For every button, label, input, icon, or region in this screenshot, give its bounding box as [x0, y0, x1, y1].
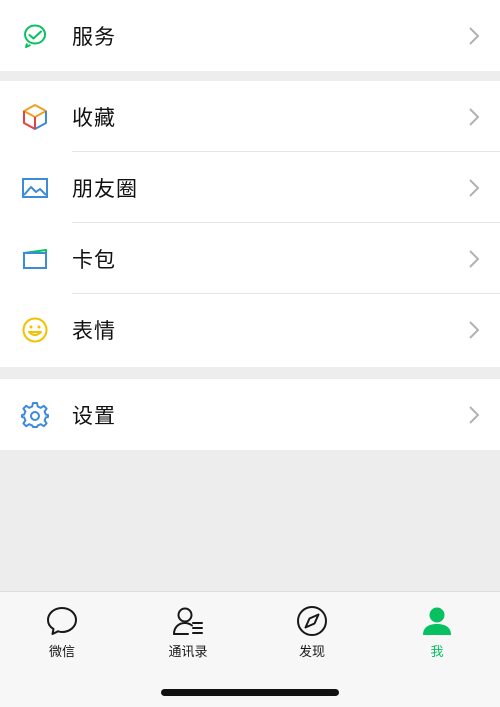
service-group: 服务 [0, 0, 500, 71]
chevron-right-icon [469, 320, 480, 339]
tab-discover[interactable]: 发现 [272, 604, 352, 660]
menu-item-settings[interactable]: 设置 [0, 379, 500, 450]
moments-icon [21, 174, 49, 202]
menu-item-card-wallet[interactable]: 卡包 [0, 223, 500, 294]
menu-item-stickers[interactable]: 表情 [0, 294, 500, 365]
chevron-right-icon [469, 107, 480, 126]
tab-label: 通讯录 [168, 645, 208, 660]
tab-label: 我 [430, 645, 444, 660]
chevron-right-icon [469, 26, 480, 45]
menu-item-service[interactable]: 服务 [0, 0, 500, 71]
menu-item-label: 表情 [72, 318, 116, 343]
compass-icon [295, 604, 329, 638]
features-group: 收藏 朋友圈 卡包 表情 [0, 81, 500, 367]
tab-label: 发现 [298, 645, 325, 660]
menu-item-label: 朋友圈 [72, 176, 138, 201]
person-icon [420, 604, 454, 638]
chevron-right-icon [469, 405, 480, 424]
tab-chats[interactable]: 微信 [22, 604, 102, 660]
favorites-icon [21, 103, 49, 131]
menu-item-label: 服务 [72, 24, 116, 49]
menu-item-favorites[interactable]: 收藏 [0, 81, 500, 152]
card-wallet-icon [21, 245, 49, 273]
menu-item-moments[interactable]: 朋友圈 [0, 152, 500, 223]
settings-group: 设置 [0, 379, 500, 450]
tab-contacts[interactable]: 通讯录 [148, 604, 228, 660]
chevron-right-icon [469, 178, 480, 197]
contacts-icon [171, 604, 205, 638]
tab-label: 微信 [48, 645, 75, 660]
home-indicator[interactable] [161, 689, 339, 696]
tab-me[interactable]: 我 [397, 604, 477, 660]
chat-icon [45, 604, 79, 638]
menu-item-label: 收藏 [72, 105, 116, 130]
gear-icon [21, 401, 49, 429]
menu-item-label: 卡包 [72, 247, 116, 272]
chevron-right-icon [469, 249, 480, 268]
menu-item-label: 设置 [72, 403, 116, 428]
sticker-icon [21, 316, 49, 344]
service-icon [21, 22, 49, 50]
